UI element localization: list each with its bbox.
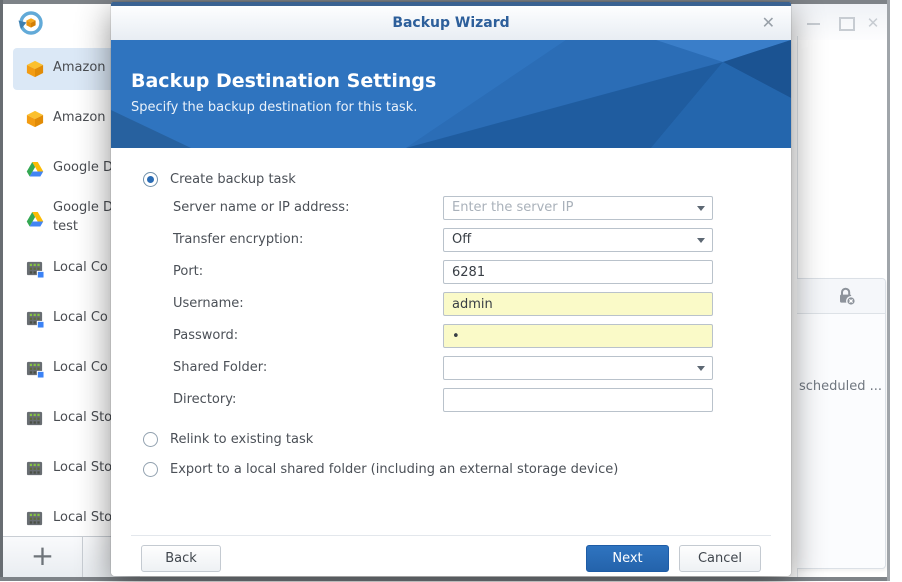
server-icon [26, 510, 44, 528]
server-ip-combobox[interactable]: Enter the server IP [443, 196, 713, 220]
dialog-footer: Back Next Cancel [111, 535, 791, 576]
google-drive-icon [26, 210, 44, 228]
password-field[interactable] [443, 324, 713, 348]
server-icon [26, 410, 44, 428]
shared-folder-combobox[interactable] [443, 356, 713, 380]
amazon-cube-icon [26, 60, 44, 78]
amazon-cube-icon [26, 110, 44, 128]
banner-polygon-art [111, 40, 791, 148]
backup-wizard-dialog: Backup Wizard ✕ Backup Destination Setti… [111, 2, 791, 576]
port-field[interactable] [443, 260, 713, 284]
radio-relink-existing-task[interactable] [143, 432, 158, 447]
footer-divider [131, 535, 771, 536]
server-connected-icon [26, 360, 44, 378]
task-summary-panel: scheduled ... [797, 278, 886, 569]
google-drive-icon [26, 160, 44, 178]
background-window-right: ✕ scheduled ... [791, 4, 887, 577]
wizard-banner: Backup Destination Settings Specify the … [111, 40, 791, 148]
wizard-form: Create backup task Server name or IP add… [111, 148, 791, 535]
unlink-icon[interactable] [836, 286, 856, 306]
sidebar-footer-divider [82, 537, 83, 578]
window-close-icon[interactable]: ✕ [865, 15, 881, 31]
dialog-titlebar: Backup Wizard ✕ [111, 6, 791, 40]
username-field[interactable] [443, 292, 713, 316]
chevron-down-icon [697, 238, 705, 243]
transfer-encryption-combobox[interactable]: Off [443, 228, 713, 252]
task-summary-panel-header [797, 279, 886, 314]
wizard-step-subtitle: Specify the backup destination for this … [131, 100, 417, 115]
option-export-local-folder[interactable]: Export to a local shared folder (includi… [143, 460, 618, 478]
dialog-close-icon[interactable]: ✕ [762, 6, 775, 40]
chevron-down-icon [697, 366, 705, 371]
server-icon [26, 460, 44, 478]
hyper-backup-logo-icon [18, 10, 44, 36]
clipped-status-text: scheduled ... [799, 379, 882, 394]
window-frame-left [0, 0, 3, 579]
maximize-icon[interactable] [838, 15, 854, 31]
minimize-icon[interactable] [806, 15, 822, 31]
option-relink-existing-task[interactable]: Relink to existing task [143, 430, 313, 448]
directory-field[interactable] [443, 388, 713, 412]
server-connected-icon [26, 310, 44, 328]
wizard-step-title: Backup Destination Settings [131, 70, 436, 92]
option-create-backup-task[interactable]: Create backup task [143, 170, 296, 188]
chevron-down-icon [697, 206, 705, 211]
cancel-button[interactable]: Cancel [679, 545, 761, 572]
add-task-button[interactable]: + [3, 537, 82, 578]
radio-create-backup-task[interactable] [143, 172, 158, 187]
server-connected-icon [26, 260, 44, 278]
back-button[interactable]: Back [141, 545, 221, 572]
radio-export-local-folder[interactable] [143, 462, 158, 477]
next-button[interactable]: Next [586, 545, 669, 572]
window-frame-bottom [0, 577, 890, 581]
window-frame-right [887, 0, 890, 581]
screen: Amazon Amazon Google D Google D test [0, 0, 902, 582]
dialog-title: Backup Wizard [111, 6, 791, 40]
